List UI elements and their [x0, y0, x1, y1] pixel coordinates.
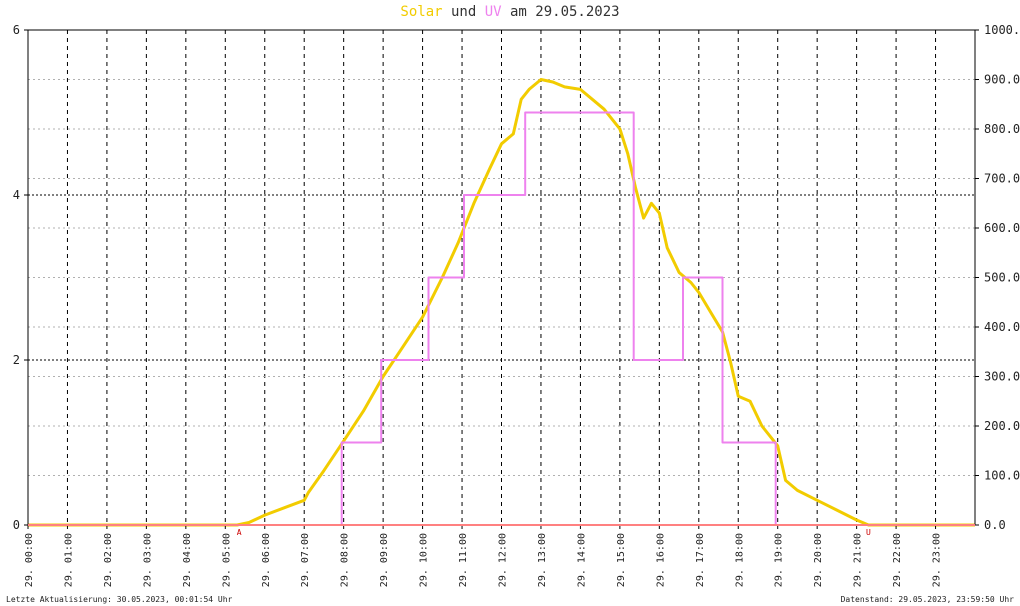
x-tick-label: 29. 02:00: [103, 533, 114, 587]
x-tick-label: 29. 01:00: [63, 533, 74, 587]
x-tick-label: 29. 08:00: [340, 533, 351, 587]
x-tick-label: 29. 18:00: [734, 533, 745, 587]
tick-labels: 0 2 4 6 0.0 100.0 200.0 300.0 400.0 500.0 600.0 700…: [13, 23, 1020, 587]
x-tick-label: 29. 12:00: [498, 533, 509, 587]
x-tick-label: 29. 05:00: [221, 533, 232, 587]
x-tick-label: 29. 03:00: [142, 533, 153, 587]
x-tick-label: 29. 00:00: [24, 533, 35, 587]
title-solar: Solar: [400, 4, 443, 20]
right-tick-label: 200.0: [984, 419, 1020, 433]
x-tick-label: 29. 14:00: [576, 533, 587, 587]
title-date: am 29.05.2023: [501, 4, 620, 20]
right-tick-label: 100.0: [984, 469, 1020, 483]
right-tick-label: 500.0: [984, 271, 1020, 285]
left-tick-label: 4: [13, 188, 20, 202]
chart-title: Solar und UV am 29.05.2023: [0, 4, 1020, 20]
marker-label: U: [866, 528, 871, 537]
right-tick-label: 800.0: [984, 122, 1020, 136]
title-uv: UV: [484, 4, 502, 20]
right-tick-label: 300.0: [984, 370, 1020, 384]
chart: 0 2 4 6 0.0 100.0 200.0 300.0 400.0 500.0 600.0 700…: [13, 23, 1020, 587]
right-tick-label: 600.0: [984, 221, 1020, 235]
x-tick-label: 29. 10:00: [419, 533, 430, 587]
title-und: und: [442, 4, 485, 20]
right-tick-label: 0.0: [984, 518, 1006, 532]
x-tick-label: 29. 23:00: [932, 533, 943, 587]
left-tick-label: 0: [13, 518, 20, 532]
grid: [28, 30, 975, 525]
x-tick-label: 29. 22:00: [892, 533, 903, 587]
x-tick-label: 29. 20:00: [813, 533, 824, 587]
x-tick-label: 29. 11:00: [458, 533, 469, 587]
footer-last-update: Letzte Aktualisierung: 30.05.2023, 00:01…: [6, 595, 233, 604]
x-tick-label: 29. 17:00: [695, 533, 706, 587]
footer-data-state: Datenstand: 29.05.2023, 23:59:50 Uhr: [840, 595, 1014, 604]
x-tick-label: 29. 21:00: [853, 533, 864, 587]
x-tick-label: 29. 06:00: [261, 533, 272, 587]
marker-label: A: [237, 528, 242, 537]
x-tick-label: 29. 04:00: [182, 533, 193, 587]
x-tick-label: 29. 07:00: [300, 533, 311, 587]
right-tick-label: 900.0: [984, 73, 1020, 87]
right-tick-label: 1000.0: [984, 23, 1020, 37]
left-tick-label: 2: [13, 353, 20, 367]
right-tick-label: 400.0: [984, 320, 1020, 334]
x-tick-label: 29. 19:00: [774, 533, 785, 587]
left-tick-label: 6: [13, 23, 20, 37]
x-tick-label: 29. 16:00: [655, 533, 666, 587]
x-tick-label: 29. 15:00: [616, 533, 627, 587]
right-tick-label: 700.0: [984, 172, 1020, 186]
x-tick-label: 29. 09:00: [379, 533, 390, 587]
x-tick-label: 29. 13:00: [537, 533, 548, 587]
